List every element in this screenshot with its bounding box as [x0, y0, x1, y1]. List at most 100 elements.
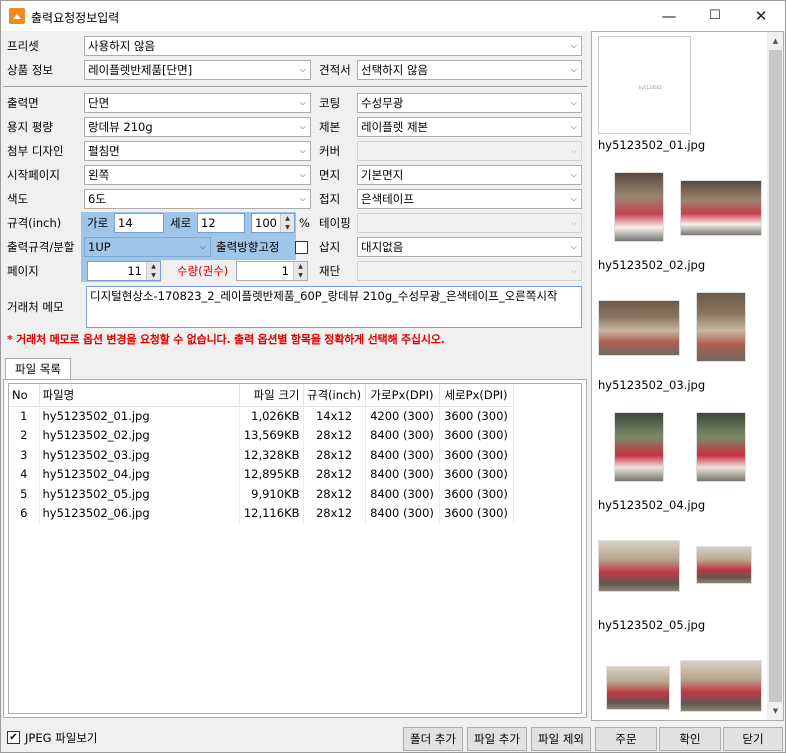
table-row[interactable]: 4 hy5123502_04.jpg 12,895KB 28x12 8400 (300)…: [9, 464, 514, 484]
confirm-button[interactable]: 확인: [659, 727, 721, 751]
table-cell: 28x12: [303, 484, 366, 504]
quantity-input[interactable]: 1 ▲ ▼: [236, 261, 308, 281]
estimate-select[interactable]: 선택하지 않음 ⌵: [357, 60, 582, 80]
scroll-up-icon[interactable]: ▲: [767, 34, 783, 48]
col-no[interactable]: No: [9, 384, 40, 407]
col-filename[interactable]: 파일명: [39, 384, 240, 407]
side-label: 출력면: [7, 96, 39, 110]
col-width-px[interactable]: 가로Px(DPI): [365, 384, 440, 407]
cutting-select[interactable]: ⌵: [357, 261, 582, 281]
thumbnail-2-left[interactable]: [614, 172, 664, 242]
thumbnail-6-left[interactable]: [606, 666, 670, 710]
table-cell: 3600 (300): [439, 484, 514, 504]
binding-select[interactable]: 레이플렛 제본 ⌵: [357, 117, 582, 137]
page-input[interactable]: 11 ▲ ▼: [87, 261, 161, 281]
percent-label: %: [299, 216, 310, 230]
thumbnail-1[interactable]: hy5123502: [598, 36, 691, 134]
window-title: 출력요청정보입력: [31, 11, 120, 25]
table-row[interactable]: 6 hy5123502_06.jpg 12,116KB 28x12 8400 (300)…: [9, 503, 514, 523]
product-select[interactable]: 레이플렛반제품[단면] ⌵: [84, 60, 311, 80]
maximize-button[interactable]: ☐: [692, 1, 738, 31]
chevron-down-icon: ⌵: [570, 41, 577, 50]
file-table-container: No 파일명 파일 크기 규격(inch) 가로Px(DPI) 세로Px(DPI…: [8, 383, 582, 714]
order-button[interactable]: 주문: [595, 727, 657, 751]
col-height-px[interactable]: 세로Px(DPI): [439, 384, 514, 407]
file-table: No 파일명 파일 크기 규격(inch) 가로Px(DPI) 세로Px(DPI…: [9, 384, 514, 523]
thumbnail-2-right[interactable]: [680, 180, 762, 236]
table-cell: 12,895KB: [239, 464, 304, 484]
taping-select[interactable]: ⌵: [357, 213, 582, 233]
thumbnail-3-left[interactable]: [598, 300, 680, 356]
width-input[interactable]: 14: [114, 213, 164, 233]
height-input[interactable]: 12: [197, 213, 245, 233]
thumbnail-3-right[interactable]: [696, 292, 746, 362]
scale-spinner[interactable]: ▲ ▼: [280, 214, 294, 232]
insert-select[interactable]: 대지없음 ⌵: [357, 237, 582, 257]
table-cell: 8400 (300): [365, 425, 440, 445]
width-label: 가로: [87, 216, 109, 230]
preset-label: 프리셋: [7, 39, 39, 53]
chevron-down-icon: ⌵: [299, 146, 306, 155]
adhesive-select[interactable]: 은색테이프 ⌵: [357, 189, 582, 209]
scale-input[interactable]: 100 ▲ ▼: [251, 213, 295, 233]
preset-select[interactable]: 사용하지 않음 ⌵: [84, 36, 582, 56]
scroll-down-icon[interactable]: ▼: [767, 704, 783, 718]
color-label: 색도: [7, 192, 29, 206]
chevron-down-icon: ⌵: [299, 65, 306, 74]
add-folder-button[interactable]: 폴더 추가: [403, 727, 463, 751]
thumbnail-6-right[interactable]: [680, 660, 762, 712]
chevron-down-icon: ⌵: [570, 266, 577, 275]
thumbnail-4-right[interactable]: [696, 412, 746, 482]
close-window-button[interactable]: ✕: [738, 1, 784, 31]
table-cell: hy5123502_03.jpg: [39, 445, 240, 465]
table-cell: 14x12: [303, 406, 366, 426]
chevron-down-icon: ⌵: [570, 218, 577, 227]
close-button[interactable]: 닫기: [723, 727, 783, 751]
col-filesize[interactable]: 파일 크기: [239, 384, 304, 407]
thumbnail-5-left[interactable]: [598, 540, 680, 592]
table-row[interactable]: 2 hy5123502_02.jpg 13,569KB 28x12 8400 (300)…: [9, 425, 514, 445]
table-cell: 4200 (300): [365, 406, 440, 426]
output-size-select[interactable]: 1UP ⌵: [84, 237, 211, 257]
endpaper-select[interactable]: 기본면지 ⌵: [357, 165, 582, 185]
start-page-select[interactable]: 왼쪽 ⌵: [84, 165, 311, 185]
scroll-thumb[interactable]: [769, 50, 782, 702]
side-select[interactable]: 단면 ⌵: [84, 93, 311, 113]
page-label: 페이지: [7, 264, 39, 278]
memo-textarea[interactable]: 디지털현상소-170823_2_레이플렛반제품_60P_랑데뷰 210g_수성무…: [86, 286, 582, 328]
direction-fixed-checkbox[interactable]: [295, 241, 308, 254]
chevron-down-icon: ⌵: [570, 170, 577, 179]
table-cell: 3600 (300): [439, 503, 514, 523]
order-request-window: 출력요청정보입력 — ☐ ✕ 프리셋 사용하지 않음 ⌵ 상품 정보 레이플렛반제…: [0, 0, 786, 753]
thumbnail-5-right[interactable]: [696, 546, 752, 584]
page-spinner[interactable]: ▲ ▼: [146, 262, 160, 280]
table-cell: hy5123502_01.jpg: [39, 406, 240, 426]
jpeg-view-checkbox[interactable]: ✔: [7, 731, 20, 744]
paper-select[interactable]: 랑데뷰 210g ⌵: [84, 117, 311, 137]
col-size[interactable]: 규격(inch): [303, 384, 366, 407]
thumbnail-label: hy5123502_05.jpg: [598, 618, 706, 632]
cover-select[interactable]: ⌵: [357, 141, 582, 161]
attach-design-select[interactable]: 펼침면 ⌵: [84, 141, 311, 161]
table-row[interactable]: 3 hy5123502_03.jpg 12,328KB 28x12 8400 (300)…: [9, 445, 514, 465]
thumbnail-4-left[interactable]: [614, 412, 664, 482]
table-cell: 9,910KB: [239, 484, 304, 504]
table-row[interactable]: 1 hy5123502_01.jpg 1,026KB 14x12 4200 (300) 3…: [9, 406, 514, 426]
tab-file-list[interactable]: 파일 목록: [5, 358, 71, 380]
color-select[interactable]: 6도 ⌵: [84, 189, 311, 209]
table-cell: 5: [9, 484, 40, 504]
thumbnail-scrollbar[interactable]: ▲ ▼: [767, 32, 783, 720]
divider: [3, 86, 587, 87]
chevron-down-icon: ⌵: [570, 98, 577, 107]
table-cell: 8400 (300): [365, 484, 440, 504]
cover-label: 커버: [319, 144, 341, 158]
remove-file-button[interactable]: 파일 제외: [531, 727, 591, 751]
quantity-spinner[interactable]: ▲ ▼: [293, 262, 307, 280]
add-file-button[interactable]: 파일 추가: [467, 727, 527, 751]
coating-select[interactable]: 수성무광 ⌵: [357, 93, 582, 113]
minimize-button[interactable]: —: [646, 1, 692, 31]
table-cell: 28x12: [303, 464, 366, 484]
table-cell: 3600 (300): [439, 464, 514, 484]
table-row[interactable]: 5 hy5123502_05.jpg 9,910KB 28x12 8400 (300) 3…: [9, 484, 514, 504]
chevron-down-icon: ⌵: [299, 194, 306, 203]
